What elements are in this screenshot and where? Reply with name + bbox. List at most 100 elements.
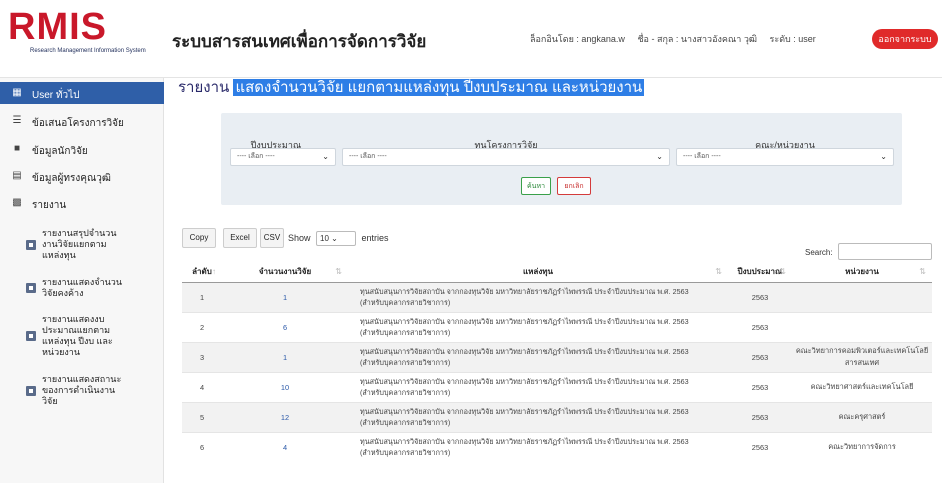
cell-fund-source: ทุนสนับสนุนการวิจัยสถาบัน จากกองทุนวิจัย… (348, 371, 728, 402)
app-header: RMIS Research Management Information Sys… (0, 0, 942, 78)
cell-unit: คณะวิทยาการคอมพิวเตอร์และเทคโนโลยีสารสนเ… (792, 341, 932, 372)
csv-button[interactable]: CSV (260, 228, 284, 248)
header-count[interactable]: จำนวนงานวิจัย ⇅ (222, 262, 348, 283)
cell-count[interactable]: 4 (222, 431, 348, 462)
cell-count[interactable]: 1 (222, 341, 348, 372)
chevron-down-icon: ⌄ (880, 152, 887, 161)
sub-item-line: รายงานแสดงงบ (42, 314, 105, 324)
search-button[interactable]: ค้นหา (521, 177, 551, 195)
year-select[interactable]: ---- เลือก ---- ⌄ (230, 148, 336, 166)
logo-subtitle: Research Management Information System (30, 48, 146, 54)
table-row: 2 6 ทุนสนับสนุนการวิจัยสถาบัน จากกองทุนว… (182, 311, 932, 342)
grid-icon: ▦ (12, 87, 22, 98)
entries-label: entries (361, 232, 389, 243)
folder-icon: ■ (13, 143, 21, 154)
header-fund-source[interactable]: แหล่งทุน ⇅ (348, 262, 728, 283)
header-no[interactable]: ลำดับ ↑ (182, 262, 222, 283)
select-value: ---- เลือก ---- (237, 153, 275, 160)
cell-count[interactable]: 10 (222, 371, 348, 402)
cell-year: 2563 (728, 281, 792, 312)
sub-item-line: รายงานแสดงจำนวน (42, 277, 122, 287)
cell-unit (792, 311, 932, 342)
bar-chart-icon: ▩ (12, 197, 22, 208)
name-label: ชื่อ - สกุล : นางสาวอังคณา วุฒิ (637, 34, 758, 44)
header-unit[interactable]: หน่วยงาน ⇅ (792, 262, 932, 283)
header-fiscal-year[interactable]: ปีงบประมาณ ⇅ (728, 262, 792, 283)
cell-no: 1 (182, 281, 222, 312)
list-icon: ▤ (12, 170, 22, 181)
sub-item-line: แหล่งทุน (42, 250, 76, 260)
table-row: 3 1 ทุนสนับสนุนการวิจัยสถาบัน จากกองทุนว… (182, 341, 932, 372)
sidebar-item-label: รายงาน (32, 200, 67, 211)
table-row: 6 4 ทุนสนับสนุนการวิจัยสถาบัน จากกองทุนว… (182, 431, 932, 462)
fund-select[interactable]: ---- เลือก ---- ⌄ (342, 148, 670, 166)
logout-button[interactable]: ออกจากระบบ (872, 29, 938, 49)
sort-icon: ↑ (212, 267, 216, 276)
cell-no: 5 (182, 401, 222, 432)
entries-value: 10 (320, 234, 329, 243)
faculty-select[interactable]: ---- เลือก ---- ⌄ (676, 148, 894, 166)
logo-text: RMIS (8, 6, 107, 48)
cell-fund-source: ทุนสนับสนุนการวิจัยสถาบัน จากกองทุนวิจัย… (348, 401, 728, 432)
cell-year: 2563 (728, 401, 792, 432)
table-row: 5 12 ทุนสนับสนุนการวิจัยสถาบัน จากกองทุน… (182, 401, 932, 432)
select-value: ---- เลือก ---- (683, 153, 721, 160)
cancel-button[interactable]: ยกเลิก (557, 177, 591, 195)
sidebar: ▦ User ทั่วไป ☰ ข้อเสนอโครงการวิจัย ■ ข้… (0, 78, 164, 483)
sidebar-item-label: User ทั่วไป (32, 90, 80, 101)
sort-icon: ⇅ (335, 267, 342, 276)
user-info: ล็อกอินโดย : angkana.w ชื่อ - สกุล : นาง… (530, 32, 826, 46)
sidebar-active-highlight (0, 82, 164, 104)
filter-panel: ปีงบประมาณ ---- เลือก ---- ⌄ ทุนโครงการว… (221, 113, 902, 205)
heading-prefix: รายงาน (178, 79, 230, 96)
sub-item-line: หน่วยงาน (42, 347, 81, 357)
excel-button[interactable]: Excel (223, 228, 257, 248)
app-title: ระบบสารสนเทศเพื่อการจัดการวิจัย (172, 32, 427, 51)
table-header-row: ลำดับ ↑ จำนวนงานวิจัย ⇅ แหล่งทุน ⇅ ปีงบประม… (182, 262, 932, 283)
show-label: Show (288, 232, 311, 243)
sidebar-item-label: ข้อมูลนักวิจัย (32, 146, 88, 157)
rmis-logo[interactable]: RMIS Research Management Information Sys… (8, 6, 168, 66)
cell-fund-source: ทุนสนับสนุนการวิจัยสถาบัน จากกองทุนวิจัย… (348, 431, 728, 462)
entries-select[interactable]: 10 ⌄ (316, 231, 357, 246)
heading-highlight: แสดงจำนวนวิจัย แยกตามแหล่งทุน ปีงบประมาณ… (233, 79, 645, 96)
chevron-down-icon: ⌄ (322, 152, 329, 161)
cell-fund-source: ทุนสนับสนุนการวิจัยสถาบัน จากกองทุนวิจัย… (348, 341, 728, 372)
report-icon (26, 331, 36, 341)
report-icon (26, 283, 36, 293)
cell-fund-source: ทุนสนับสนุนการวิจัยสถาบัน จากกองทุนวิจัย… (348, 281, 728, 312)
search-input[interactable] (838, 243, 932, 260)
cell-unit: คณะวิทยาศาสตร์และเทคโนโลยี (792, 371, 932, 402)
report-icon (26, 240, 36, 250)
select-value: ---- เลือก ---- (349, 153, 387, 160)
show-entries: Show 10 ⌄ entries (288, 231, 389, 246)
sub-item-line: แหล่งทุน ปีงบ และ (42, 336, 113, 346)
sub-item-line: วิจัยคงค้าง (42, 288, 84, 298)
cell-unit (792, 281, 932, 312)
sort-icon: ⇅ (919, 267, 926, 276)
cell-no: 4 (182, 371, 222, 402)
sub-item-line: ประมาณแยกตาม (42, 325, 111, 335)
page-title: รายงาน แสดงจำนวนวิจัย แยกตามแหล่งทุน ปีง… (178, 76, 645, 100)
table-row: 4 10 ทุนสนับสนุนการวิจัยสถาบัน จากกองทุน… (182, 371, 932, 402)
search-label: Search: (805, 248, 833, 257)
cell-count[interactable]: 6 (222, 311, 348, 342)
sub-item-line: งานวิจัยแยกตาม (42, 239, 107, 249)
cell-no: 2 (182, 311, 222, 342)
cell-year: 2563 (728, 311, 792, 342)
sidebar-item-label: ข้อเสนอโครงการวิจัย (32, 118, 124, 129)
chevron-down-icon: ⌄ (331, 234, 338, 243)
report-icon (26, 386, 36, 396)
layers-icon: ☰ (12, 115, 22, 126)
sub-item-line: ของการดำเนินงาน (42, 385, 116, 395)
cell-count[interactable]: 1 (222, 281, 348, 312)
cell-fund-source: ทุนสนับสนุนการวิจัยสถาบัน จากกองทุนวิจัย… (348, 311, 728, 342)
copy-button[interactable]: Copy (182, 228, 216, 248)
level-label: ระดับ : user (769, 34, 816, 44)
cell-year: 2563 (728, 341, 792, 372)
cell-count[interactable]: 12 (222, 401, 348, 432)
cell-unit: คณะครุศาสตร์ (792, 401, 932, 432)
sidebar-item-label: ข้อมูลผู้ทรงคุณวุฒิ (32, 173, 111, 184)
sub-item-line: รายงานสรุปจำนวน (42, 228, 117, 238)
cell-no: 3 (182, 341, 222, 372)
